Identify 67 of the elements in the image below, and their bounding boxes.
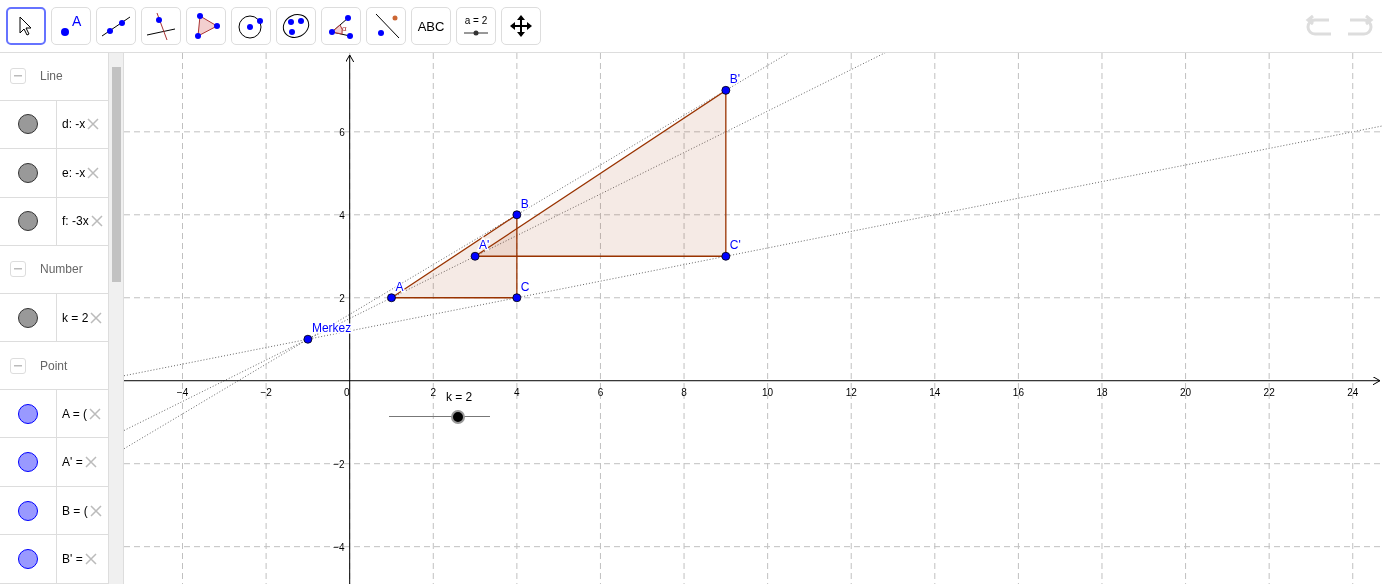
minus-icon	[14, 75, 22, 78]
point[interactable]	[303, 334, 313, 344]
axis-tick-label: 16	[1012, 386, 1024, 398]
axis-tick-label: 0	[343, 386, 350, 398]
algebra-entry[interactable]: B' =	[62, 552, 83, 567]
visibility-toggle[interactable]	[18, 162, 38, 183]
axis-tick-label: −4	[333, 541, 345, 553]
slider-thumb[interactable]	[451, 410, 466, 425]
visibility-toggle[interactable]	[18, 211, 38, 232]
visibility-toggle[interactable]	[18, 452, 38, 473]
triangle-icon	[192, 12, 220, 40]
ellipse-icon	[281, 12, 311, 40]
axis-tick-label: 24	[1347, 386, 1359, 398]
point[interactable]	[721, 251, 731, 261]
circle-icon	[237, 12, 265, 40]
visibility-toggle[interactable]	[18, 549, 38, 570]
perpendicular-icon	[145, 11, 177, 41]
axis-tick-label: 2	[339, 292, 345, 304]
visibility-toggle[interactable]	[18, 403, 38, 424]
visibility-toggle[interactable]	[18, 307, 38, 328]
axis-tick-label: 22	[1263, 386, 1275, 398]
group-title: Point	[40, 358, 68, 373]
point-label: A	[395, 279, 404, 294]
axis-tick-label: 10	[762, 386, 774, 398]
move-arrows-icon	[509, 14, 533, 38]
slider-label: k = 2	[445, 390, 473, 405]
algebra-entry[interactable]: e: -x	[62, 165, 86, 180]
point[interactable]	[721, 85, 731, 95]
axis-tick-label: 8	[681, 386, 687, 398]
algebra-entry[interactable]: A = (	[62, 406, 87, 421]
algebra-entry[interactable]: f: -3x	[62, 214, 89, 229]
axis-tick-label: −2	[260, 386, 272, 398]
axis-tick-label: 4	[514, 386, 520, 398]
point-label: C	[520, 279, 530, 294]
axis-tick-label: 6	[339, 126, 345, 138]
algebra-entry[interactable]: k = 2	[62, 310, 89, 325]
point[interactable]	[387, 293, 396, 303]
point[interactable]	[512, 210, 522, 220]
axis-tick-label: 6	[597, 386, 604, 398]
axis-tick-label: −2	[333, 458, 345, 470]
axis-tick-label: 12	[845, 386, 857, 398]
visibility-toggle[interactable]	[18, 114, 38, 135]
algebra-entry[interactable]: A' =	[62, 455, 83, 470]
tool-button[interactable]: A	[51, 7, 91, 45]
axis-tick-label: 4	[339, 209, 345, 221]
minus-icon	[14, 364, 22, 367]
group-title: Number	[40, 262, 83, 277]
pointer-icon	[18, 15, 34, 37]
axis-tick-label: 20	[1180, 386, 1192, 398]
point-label: C'	[729, 238, 741, 253]
algebra-entry[interactable]: B = (	[62, 503, 88, 518]
axis-tick-label: −4	[176, 386, 189, 398]
point-label: B	[520, 196, 529, 211]
point[interactable]	[470, 251, 480, 261]
axis-tick-label: 2	[430, 386, 437, 398]
axis-tick-label: 14	[929, 386, 941, 398]
point[interactable]	[512, 293, 522, 303]
group-title: Line	[40, 69, 63, 84]
axis-tick-label: 18	[1096, 386, 1108, 398]
tool-button[interactable]: ABC	[411, 7, 451, 45]
tool-label: ABC	[417, 18, 445, 34]
point-label: A'	[479, 238, 490, 253]
scrollbar[interactable]	[109, 53, 124, 584]
visibility-toggle[interactable]	[18, 500, 38, 521]
point-label: B'	[729, 72, 741, 87]
algebra-entry[interactable]: d: -x	[62, 117, 86, 132]
minus-icon	[14, 268, 22, 271]
